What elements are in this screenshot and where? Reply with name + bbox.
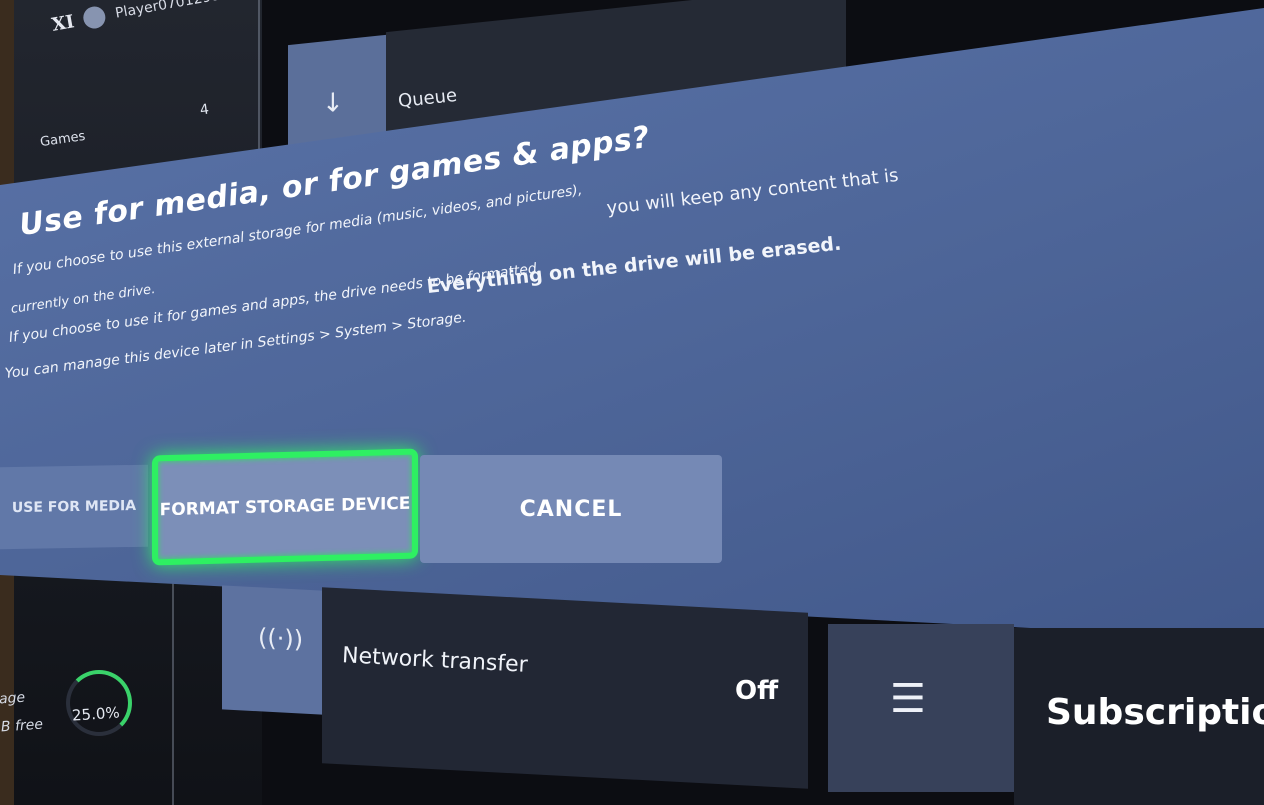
subscription-label: Subscriptio <box>1046 692 1264 733</box>
network-transfer-value: Off <box>735 676 779 706</box>
format-storage-device-button[interactable]: FORMAT STORAGE DEVICE <box>152 448 418 566</box>
storage-free: B free <box>0 716 44 736</box>
storage-label: age <box>0 689 26 708</box>
network-transfer-tile[interactable]: ((·)) <box>222 585 322 715</box>
wireless-download-icon: ((·)) <box>258 623 304 654</box>
storage-usage-ring <box>66 670 132 736</box>
subscription-list-icon: ☰ <box>890 676 926 722</box>
avatar <box>81 4 108 31</box>
xbox-logo-icon: XI <box>50 10 76 36</box>
games-count: 4 <box>198 101 210 119</box>
panel-divider <box>172 580 174 805</box>
cancel-button[interactable]: CANCEL <box>420 455 722 563</box>
use-for-media-button[interactable]: USE FOR MEDIA <box>0 464 148 550</box>
download-arrow-icon: ↓ <box>322 87 344 120</box>
storage-info: age B free <box>0 683 44 742</box>
storage-percent: 25.0% <box>71 703 121 725</box>
subscription-tile[interactable]: ☰ <box>828 624 1014 792</box>
